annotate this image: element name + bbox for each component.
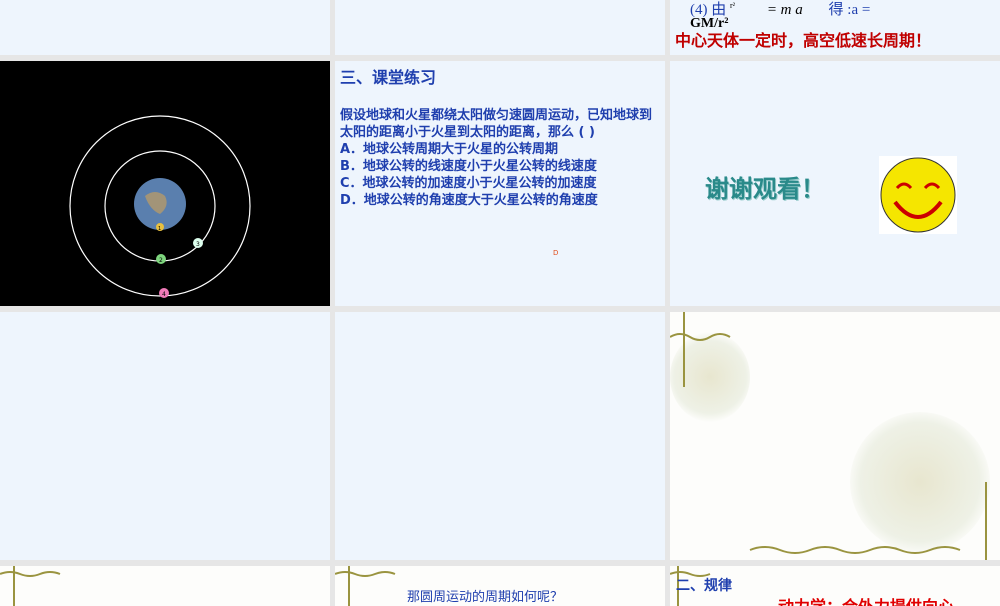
slide-thumbnail-bottom-1[interactable] <box>0 566 330 606</box>
vine-decoration-icon <box>670 312 987 560</box>
planet-label: 2 <box>159 257 163 264</box>
option-d: D．地球公转的角速度大于火星公转的角速度 <box>340 193 598 208</box>
thanks-text: 谢谢观看！ <box>705 175 825 203</box>
slide-thumbnail-3[interactable]: (4) 由 r² = m a 得 :a = GM/r² 中心天体一定时，高空低速… <box>670 0 1000 55</box>
option-b: B．地球公转的线速度小于火星公转的线速度 <box>340 159 597 174</box>
option-a: A．地球公转周期大于火星的公转周期 <box>340 142 559 157</box>
conclusion-text: 中心天体一定时，高空低速长周期！ <box>675 31 932 50</box>
question-text: 那圆周运动的周期如何呢？ <box>407 590 564 605</box>
slide-thumbnail-bottom-2[interactable]: 那圆周运动的周期如何呢？ <box>335 566 665 606</box>
slide-thumbnail-practice[interactable]: 三、课堂练习 假设地球和火星都绕太阳做匀速圆周运动，已知地球到太阳的距离小于火星… <box>335 61 665 306</box>
planet-label: 4 <box>162 291 166 298</box>
question-text: 假设地球和火星都绕太阳做匀速圆周运动，已知地球到太阳的距离小于火星到太阳的距离，… <box>340 108 653 140</box>
slide-heading: 二、规律 <box>676 578 732 594</box>
slide-thumbnail-blank-1[interactable] <box>0 312 330 560</box>
answer-text: D <box>553 249 559 257</box>
question-block: 假设地球和火星都绕太阳做匀速圆周运动，已知地球到太阳的距离小于火星到太阳的距离，… <box>340 107 662 209</box>
slide-thumbnail-orbit[interactable]: 1 2 3 4 <box>0 61 330 306</box>
slide-title: 三、课堂练习 <box>340 68 437 87</box>
orbit-diagram: 1 2 3 4 <box>69 115 251 298</box>
option-c: C．地球公转的加速度小于火星公转的加速度 <box>340 176 597 191</box>
smiley-icon <box>879 156 957 234</box>
slide-thumbnail-decorated[interactable] <box>670 312 1000 560</box>
formula-mid: = m a <box>766 2 803 18</box>
slide-thumbnail-2[interactable] <box>335 0 665 55</box>
fraction: r² <box>730 1 736 10</box>
planet-label: 3 <box>196 241 200 248</box>
slide-thumbnail-thanks[interactable]: 谢谢观看！ <box>670 61 1000 306</box>
slide-thumbnail-bottom-3[interactable]: 二、规律 动力学：合外力提供向心 <box>670 566 1000 606</box>
slide-thumbnail-1[interactable] <box>0 0 330 55</box>
formula-result-label: 得 :a = <box>828 2 871 18</box>
planet-label: 1 <box>158 226 161 232</box>
slide-thumbnail-blank-2[interactable] <box>335 312 665 560</box>
